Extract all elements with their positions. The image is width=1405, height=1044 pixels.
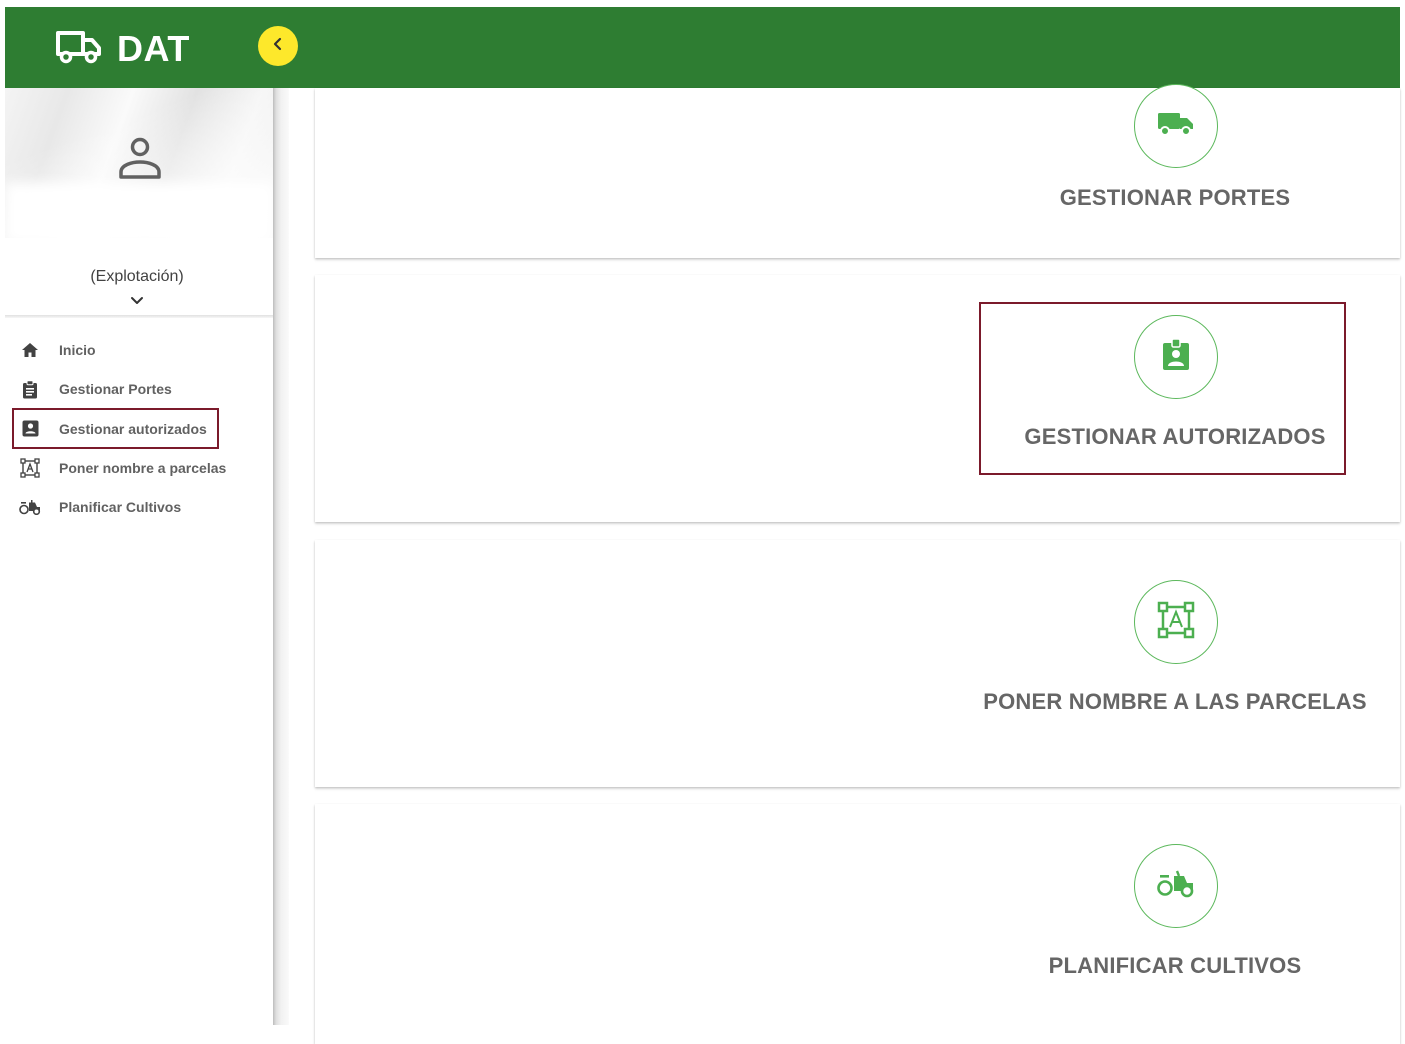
brand-title: DAT [117, 28, 190, 69]
sidebar-item-gestionar-autorizados[interactable]: Gestionar autorizados [12, 408, 219, 449]
user-avatar-icon[interactable] [114, 132, 166, 184]
text-frame-icon [18, 456, 42, 480]
sidebar-item-label: Gestionar Portes [59, 381, 172, 397]
sidebar-item-label: Inicio [59, 342, 96, 358]
collapse-sidebar-button[interactable] [258, 26, 298, 66]
sidebar-item-inicio[interactable]: Inicio [15, 331, 96, 369]
card-icon-button[interactable] [1134, 84, 1218, 168]
truck-icon [55, 30, 103, 69]
sidebar-shadow [273, 88, 289, 1025]
card-icon-button[interactable] [1134, 844, 1218, 928]
card-gestionar-autorizados[interactable]: GESTIONAR AUTORIZADOS [315, 275, 1400, 522]
profile-blurred-name [5, 183, 273, 243]
account-box-icon [18, 417, 42, 441]
sidebar-item-label: Poner nombre a parcelas [59, 460, 227, 476]
tractor-icon [18, 495, 42, 519]
card-title[interactable]: GESTIONAR PORTES [955, 185, 1395, 211]
card-icon-button[interactable] [1134, 315, 1218, 399]
card-title[interactable]: PONER NOMBRE A LAS PARCELAS [955, 689, 1395, 715]
card-gestionar-portes[interactable]: GESTIONAR PORTES [315, 84, 1400, 258]
card-title[interactable]: GESTIONAR AUTORIZADOS [955, 424, 1395, 450]
brand[interactable]: DAT [55, 28, 190, 69]
divider [5, 315, 273, 318]
sidebar-item-poner-nombre-parcelas[interactable]: Poner nombre a parcelas [15, 449, 226, 487]
card-title[interactable]: PLANIFICAR CULTIVOS [955, 953, 1395, 979]
truck-icon [1157, 110, 1195, 143]
sidebar-item-label: Planificar Cultivos [59, 499, 182, 515]
sidebar: (Explotación) Inicio Gestionar Portes Ge… [5, 88, 273, 1025]
chevron-down-icon[interactable] [128, 294, 146, 308]
sidebar-item-planificar-cultivos[interactable]: Planificar Cultivos [15, 488, 181, 526]
home-icon [18, 338, 42, 362]
sidebar-item-label: Gestionar autorizados [59, 420, 207, 437]
farm-selector-label: (Explotación) [90, 268, 184, 285]
text-frame-icon [1157, 601, 1195, 644]
card-poner-nombre-parcelas[interactable]: PONER NOMBRE A LAS PARCELAS [315, 540, 1400, 787]
app-header: DAT [5, 7, 1400, 88]
badge-account-icon [1160, 337, 1192, 377]
card-planificar-cultivos[interactable]: PLANIFICAR CULTIVOS [315, 804, 1400, 1044]
card-icon-button[interactable] [1134, 580, 1218, 664]
clipboard-icon [18, 377, 42, 401]
chevron-left-icon [271, 37, 285, 56]
tractor-icon [1157, 870, 1195, 903]
sidebar-item-gestionar-portes[interactable]: Gestionar Portes [15, 370, 172, 408]
